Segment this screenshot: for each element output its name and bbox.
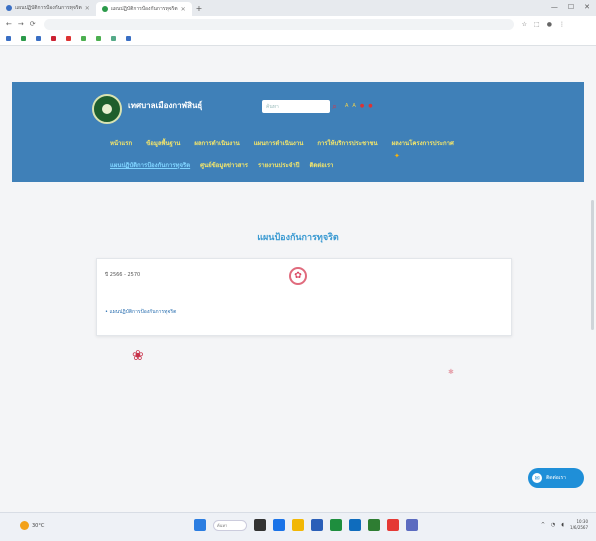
secondary-menu: แผนปฏิบัติการป้องกันการทุจริต ศูนย์ข้อมู… <box>110 160 333 170</box>
bookmark-item[interactable] <box>51 36 58 41</box>
weather-widget[interactable]: 30°C <box>20 521 44 530</box>
site-name: เทศบาลเมืองกาฬสินธุ์ <box>128 101 203 110</box>
bookmark-item[interactable] <box>111 36 118 41</box>
bookmark-item[interactable] <box>81 36 88 41</box>
app-icon[interactable] <box>406 519 418 531</box>
menu-item-annual-report[interactable]: รายงานประจำปี <box>258 160 299 170</box>
windows-start-icon[interactable] <box>194 519 206 531</box>
bookmark-favicon-icon <box>66 36 71 41</box>
chevron-up-icon[interactable]: ^ <box>541 522 545 528</box>
tab-favicon-icon <box>101 6 108 12</box>
profile-icon[interactable]: ● <box>547 21 552 28</box>
bookmark-favicon-icon <box>51 36 56 41</box>
contrast-icon[interactable]: ● <box>360 103 364 109</box>
bookmark-item[interactable] <box>6 36 13 41</box>
browser-tab-2[interactable]: แผนปฏิบัติการป้องกันการทุจริต ✕ <box>95 2 192 16</box>
chrome-icon[interactable] <box>387 519 399 531</box>
sparkle-icon: ✱ <box>448 368 454 376</box>
task-view-icon[interactable] <box>254 519 266 531</box>
system-tray: ^ ◔ ◖ 10:30 1/6/2567 <box>541 519 588 531</box>
bookmark-item[interactable] <box>126 36 133 41</box>
bookmark-favicon-icon <box>6 36 11 41</box>
volume-icon[interactable]: ◖ <box>561 522 564 528</box>
bookmark-item[interactable] <box>36 36 43 41</box>
search-icon[interactable]: ⌕ <box>328 100 341 113</box>
browser-tab-bar: แผนปฏิบัติการป้องกันการทุจริต ✕ แผนปฏิบั… <box>0 0 596 16</box>
site-search-input[interactable]: ค้นหา <box>262 100 330 113</box>
font-size-icon[interactable]: A <box>352 103 355 109</box>
address-bar-row: ← → ⟳ ☆ ⬚ ● ⋮ <box>0 16 596 32</box>
app-icon[interactable] <box>368 519 380 531</box>
new-tab-icon[interactable]: + <box>196 4 203 13</box>
rose-decoration-icon: ❀ <box>132 348 144 364</box>
header-tools: A A ● ● <box>345 103 373 109</box>
menu-item-basic-info[interactable]: ข้อมูลพื้นฐาน <box>146 138 180 148</box>
back-icon[interactable]: ← <box>6 20 12 28</box>
bookmark-favicon-icon <box>21 36 26 41</box>
system-clock[interactable]: 10:30 1/6/2567 <box>570 519 588 531</box>
menu-item-services[interactable]: การให้บริการประชาชน <box>317 138 377 148</box>
menu-item-plan[interactable]: แผนการดำเนินงาน <box>254 138 304 148</box>
ribbon-icon: ✿ <box>289 267 307 285</box>
municipality-logo[interactable] <box>92 94 122 124</box>
tab-label: แผนปฏิบัติการป้องกันการทุจริต <box>110 6 178 12</box>
bookmark-item[interactable] <box>21 36 28 41</box>
window-controls: — ☐ ✕ <box>551 3 590 11</box>
browser-tab-1[interactable]: แผนปฏิบัติการป้องกันการทุจริต ✕ <box>0 2 96 14</box>
bookmark-favicon-icon <box>126 36 131 41</box>
bookmark-star-icon[interactable]: ☆ <box>522 21 527 28</box>
tab-label: แผนปฏิบัติการป้องกันการทุจริต <box>15 5 82 11</box>
forward-icon[interactable]: → <box>18 20 24 28</box>
sparkle-icon: ✦ <box>394 152 400 160</box>
card-date: ปี 2566 - 2570 <box>105 272 141 278</box>
taskbar-apps: ค้นหา <box>194 519 418 531</box>
close-icon[interactable]: ✕ <box>181 6 186 13</box>
excel-icon[interactable] <box>330 519 342 531</box>
close-window-icon[interactable]: ✕ <box>584 3 590 11</box>
document-link[interactable]: • แผนปฏิบัติการป้องกันการทุจริต <box>105 308 176 316</box>
menu-item-info-center[interactable]: ศูนย์ข้อมูลข่าวสาร <box>200 160 248 170</box>
chat-icon: ✉ <box>532 473 542 483</box>
os-taskbar: 30°C ค้นหา ^ ◔ ◖ 10:30 1/6/2567 <box>0 512 596 541</box>
menu-item-anticorruption[interactable]: แผนปฏิบัติการป้องกันการทุจริต <box>110 160 190 170</box>
bookmark-favicon-icon <box>96 36 101 41</box>
folder-icon[interactable] <box>292 519 304 531</box>
bookmarks-bar <box>0 32 596 46</box>
page-scrollbar[interactable] <box>591 200 594 330</box>
minimize-icon[interactable]: — <box>551 3 558 11</box>
contrast-icon[interactable]: ● <box>368 103 372 109</box>
font-size-icon[interactable]: A <box>345 103 348 109</box>
word-icon[interactable] <box>311 519 323 531</box>
store-icon[interactable] <box>349 519 361 531</box>
content-card: ปี 2566 - 2570 ✿ • แผนปฏิบัติการป้องกันก… <box>96 258 512 336</box>
menu-item-performance[interactable]: ผลการดำเนินงาน <box>194 138 239 148</box>
menu-item-announcements[interactable]: ผลงานโครงการประกาศ <box>392 138 454 148</box>
menu-item-home[interactable]: หน้าแรก <box>110 138 132 148</box>
menu-item-contact[interactable]: ติดต่อเรา <box>309 160 333 170</box>
maximize-icon[interactable]: ☐ <box>568 3 574 11</box>
url-field[interactable] <box>43 18 514 30</box>
taskbar-search-input[interactable]: ค้นหา <box>213 519 247 531</box>
bookmark-favicon-icon <box>36 36 41 41</box>
bookmark-item[interactable] <box>96 36 103 41</box>
wifi-icon[interactable]: ◔ <box>551 522 555 528</box>
page-title: แผนป้องกันการทุจริต <box>257 233 339 243</box>
reload-icon[interactable]: ⟳ <box>30 20 36 28</box>
edge-icon[interactable] <box>273 519 285 531</box>
primary-menu: หน้าแรก ข้อมูลพื้นฐาน ผลการดำเนินงาน แผน… <box>110 138 454 148</box>
bookmark-favicon-icon <box>111 36 116 41</box>
tab-favicon-icon <box>6 5 12 11</box>
bookmark-favicon-icon <box>81 36 86 41</box>
close-icon[interactable]: ✕ <box>85 5 90 12</box>
menu-icon[interactable]: ⋮ <box>559 21 565 28</box>
sun-icon <box>20 521 29 530</box>
contact-button[interactable]: ✉ ติดต่อเรา <box>528 468 584 488</box>
site-header: เทศบาลเมืองกาฬสินธุ์ ค้นหา ⌕ A A ● ● หน้… <box>12 82 584 182</box>
bookmark-item[interactable] <box>66 36 73 41</box>
extensions-icon[interactable]: ⬚ <box>534 21 540 28</box>
